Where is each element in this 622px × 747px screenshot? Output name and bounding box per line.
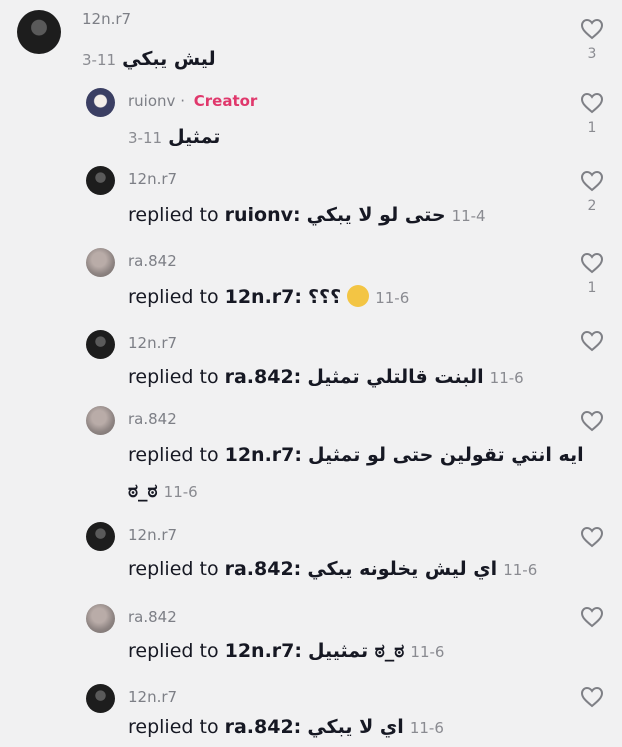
creator-badge: Creator [193,92,258,110]
comment-username[interactable]: 12n.r7 [128,526,177,544]
avatar[interactable] [86,406,115,435]
reply-prefix: replied to [128,366,225,388]
like-button[interactable] [578,686,606,708]
comment-body: replied to 12n.r7: ಠ_ಠ تمثييل 11-6 [128,640,444,662]
comment-username[interactable]: ra.842 [128,410,177,428]
like-count: 1 [587,120,597,136]
like-button[interactable]: 1 [578,252,606,296]
avatar[interactable] [86,330,115,359]
like-count: 3 [587,46,597,62]
comment-username[interactable]: 12n.r7 [128,688,177,706]
like-count: 1 [587,280,597,296]
comment-body: replied to ra.842: البنت قالتلي تمثيل 11… [128,366,524,388]
comment-date: 11-6 [163,483,198,501]
heart-outline-icon [580,330,604,352]
heart-outline-icon [580,606,604,628]
avatar[interactable] [86,604,115,633]
like-button[interactable] [578,526,606,548]
reply-target[interactable]: 12n.r7: [225,286,302,308]
reply-target[interactable]: ra.842: [225,716,302,738]
comment-body: 3-11 ليش يبكي [82,48,216,70]
comment-date: 11-6 [375,289,410,307]
comment-text: اي ليش يخلونه يبكي [307,558,498,580]
reply-prefix: replied to [128,558,225,580]
comment-text: ಠ_ಠ تمثييل [308,640,405,662]
comment-username[interactable]: 12n.r7 [82,10,131,28]
reply-target[interactable]: ra.842: [225,366,302,388]
comment-text: ليش يبكي [122,48,216,70]
avatar[interactable] [86,166,115,195]
like-button[interactable]: 2 [578,170,606,214]
comment-text-2: ಠ_ಠ [128,480,158,502]
slightly-smiling-face-emoji [347,284,370,307]
comment-date: 3-11 [82,51,117,69]
comment-username[interactable]: ra.842 [128,252,177,270]
heart-outline-icon [580,170,604,192]
like-button[interactable] [578,330,606,352]
comment-date: 11-6 [409,719,444,737]
avatar[interactable] [17,10,61,54]
separator: · [180,92,185,110]
comment-username[interactable]: 12n.r7 [128,334,177,352]
comment-date: 11-6 [503,561,538,579]
like-button[interactable] [578,410,606,432]
like-button[interactable]: 3 [578,18,606,62]
reply-target[interactable]: ra.842: [225,558,302,580]
like-button[interactable]: 1 [578,92,606,136]
comment-text: ؟؟؟ [308,286,342,308]
comment-text: اي لا يبكي [307,716,404,738]
comment-body: replied to 12n.r7: ؟؟؟ 11-6 [128,284,410,309]
comment-body-line-2: ಠ_ಠ 11-6 [128,480,198,502]
reply-target[interactable]: 12n.r7: [225,640,302,662]
like-count: 2 [587,198,597,214]
heart-outline-icon [580,252,604,274]
avatar[interactable] [86,522,115,551]
comment-body: replied to ra.842: اي لا يبكي 11-6 [128,716,444,738]
comment-body: replied to ra.842: اي ليش يخلونه يبكي 11… [128,558,537,580]
comments-screen: { "comments": [ {"username":"12n.r7","cr… [0,0,622,747]
comment-username[interactable]: ruionv · Creator [128,92,257,110]
comment-username[interactable]: 12n.r7 [128,170,177,188]
comment-text: حتى لو لا يبكي [306,204,446,226]
comment-body: 3-11 تمثيل [128,126,220,148]
heart-outline-icon [580,92,604,114]
comment-text: ايه انتي تقولين حتى لو تمثيل [308,444,584,466]
comment-username[interactable]: ra.842 [128,608,177,626]
comment-date: 11-6 [410,643,445,661]
avatar[interactable] [86,88,115,117]
avatar[interactable] [86,248,115,277]
comment-text: البنت قالتلي تمثيل [307,366,484,388]
username-text: ruionv [128,92,176,110]
reply-prefix: replied to [128,204,225,226]
avatar[interactable] [86,684,115,713]
reply-prefix: replied to [128,286,225,308]
comment-body: replied to 12n.r7: ايه انتي تقولين حتى ل… [128,444,584,466]
comment-date: 3-11 [128,129,163,147]
heart-outline-icon [580,526,604,548]
reply-target[interactable]: 12n.r7: [225,444,302,466]
reply-target[interactable]: ruionv: [225,204,301,226]
reply-prefix: replied to [128,444,225,466]
heart-outline-icon [580,18,604,40]
heart-outline-icon [580,410,604,432]
comment-date: 11-4 [451,207,486,225]
comment-body: replied to ruionv: حتى لو لا يبكي 11-4 [128,204,486,226]
reply-prefix: replied to [128,640,225,662]
heart-outline-icon [580,686,604,708]
comment-date: 11-6 [489,369,524,387]
comment-text: تمثيل [168,126,221,148]
reply-prefix: replied to [128,716,225,738]
like-button[interactable] [578,606,606,628]
